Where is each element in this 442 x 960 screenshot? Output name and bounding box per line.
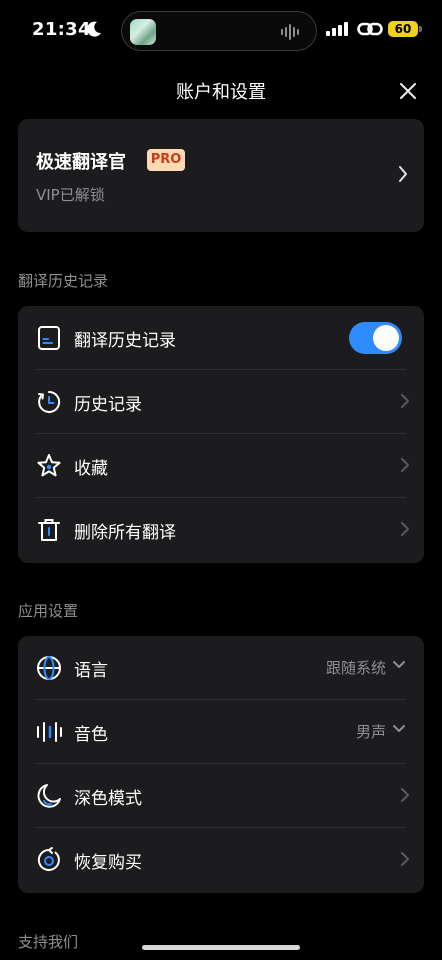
chevron-right-icon xyxy=(401,458,409,472)
home-indicator[interactable] xyxy=(142,945,300,950)
language-value: 跟随系统 xyxy=(325,659,386,677)
chevron-right-icon xyxy=(401,852,409,866)
restore-icon xyxy=(37,847,60,871)
row-delete-all[interactable]: 删除所有翻译 xyxy=(18,498,424,562)
toggle-knob xyxy=(373,325,399,351)
row-label: 收藏 xyxy=(74,459,108,479)
audio-wave-icon xyxy=(281,24,299,40)
row-label: 历史记录 xyxy=(74,395,142,415)
chevron-down-icon xyxy=(393,725,405,732)
history-toggle-switch[interactable] xyxy=(349,322,402,354)
row-label: 深色模式 xyxy=(74,789,142,809)
row-label: 语言 xyxy=(74,661,108,681)
history-icon xyxy=(38,390,61,413)
row-restore-purchase[interactable]: 恢复购买 xyxy=(18,828,424,892)
trash-icon xyxy=(38,519,60,541)
section-header-support: 支持我们 xyxy=(18,933,79,951)
row-label: 翻译历史记录 xyxy=(74,331,176,351)
app-settings-card: 语言 跟随系统 音色 男声 深色模式 恢复购买 xyxy=(18,636,424,893)
row-label: 音色 xyxy=(74,725,108,745)
chevron-right-icon xyxy=(401,522,409,536)
history-card: 翻译历史记录 历史记录 收藏 删除所有翻译 xyxy=(18,306,424,563)
close-icon[interactable] xyxy=(394,78,422,104)
status-bar: 21:34 60 xyxy=(0,0,442,60)
row-label: 恢复购买 xyxy=(74,853,142,873)
vip-status: VIP已解锁 xyxy=(36,186,105,204)
now-playing-artwork xyxy=(130,19,156,45)
row-translation-history-toggle: 翻译历史记录 xyxy=(18,306,424,370)
row-language[interactable]: 语言 跟随系统 xyxy=(18,636,424,700)
section-header-app-settings: 应用设置 xyxy=(18,602,79,620)
row-voice[interactable]: 音色 男声 xyxy=(18,700,424,764)
battery-tip xyxy=(419,26,422,32)
star-icon xyxy=(37,454,61,477)
personal-hotspot-link-icon xyxy=(357,22,383,36)
app-name: 极速翻译官 xyxy=(36,152,126,173)
focus-moon-icon xyxy=(87,21,101,37)
voice-icon xyxy=(37,722,62,742)
section-header-history: 翻译历史记录 xyxy=(18,272,109,290)
status-time: 21:34 xyxy=(32,19,91,40)
row-history[interactable]: 历史记录 xyxy=(18,370,424,434)
row-dark-mode[interactable]: 深色模式 xyxy=(18,764,424,828)
cellular-signal-icon xyxy=(326,22,348,36)
voice-value: 男声 xyxy=(355,723,386,741)
account-card[interactable]: 极速翻译官 PRO VIP已解锁 xyxy=(18,119,424,232)
document-icon xyxy=(38,326,60,350)
dynamic-island[interactable] xyxy=(121,11,317,51)
chevron-right-icon xyxy=(401,394,409,408)
globe-icon xyxy=(37,656,61,680)
moon-icon xyxy=(37,784,61,808)
chevron-right-icon xyxy=(399,166,407,182)
page-title: 账户和设置 xyxy=(176,82,266,103)
row-favorites[interactable]: 收藏 xyxy=(18,434,424,498)
pro-badge: PRO xyxy=(147,149,185,171)
chevron-down-icon xyxy=(393,661,405,668)
chevron-right-icon xyxy=(401,788,409,802)
row-label: 删除所有翻译 xyxy=(74,523,176,543)
battery-indicator: 60 xyxy=(388,21,418,37)
